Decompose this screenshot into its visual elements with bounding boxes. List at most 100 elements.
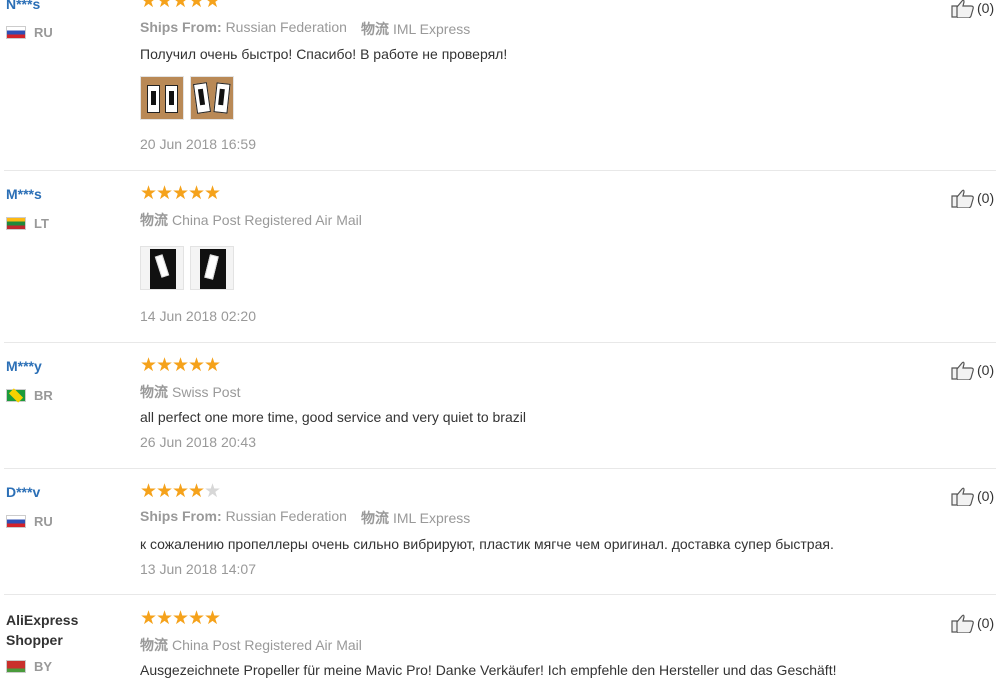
star-icon: ★ [140, 608, 157, 629]
reviewer-name[interactable]: N***s [6, 0, 40, 12]
reviewer-country: BY [6, 659, 52, 674]
star-icon: ★ [204, 355, 221, 376]
logistics-label: 物流 [140, 384, 168, 400]
helpful-count: (0) [977, 488, 995, 504]
star-rating: ★ ★ ★ ★ ★ [140, 183, 221, 204]
star-icon: ★ [188, 355, 205, 376]
helpful-button[interactable]: (0) [950, 613, 994, 633]
review-text: Получил очень быстро! Спасибо! В работе … [140, 46, 508, 62]
flag-icon [6, 217, 26, 230]
logistics-label: 物流 [360, 510, 389, 526]
star-icon: ★ [156, 355, 173, 376]
flag-icon [6, 515, 26, 528]
country-code: RU [34, 514, 53, 529]
reviewer-country: BR [6, 388, 53, 403]
country-code: BY [34, 659, 53, 674]
country-code: RU [34, 25, 53, 40]
thumbs-up-icon[interactable] [950, 486, 976, 506]
helpful-count: (0) [977, 0, 995, 16]
star-icon: ★ [172, 0, 189, 12]
star-icon: ★ [172, 183, 189, 204]
review-text: Ausgezeichnete Propeller für meine Mavic… [140, 662, 837, 678]
star-icon: ★ [172, 481, 189, 502]
divider [4, 594, 996, 595]
logistics-value: China Post Registered Air Mail [172, 212, 362, 228]
review-photo[interactable] [140, 76, 184, 120]
star-icon: ★ [188, 608, 205, 629]
star-rating: ★ ★ ★ ★ ★ [140, 0, 221, 12]
star-icon: ★ [140, 0, 157, 12]
country-code: LT [34, 216, 49, 231]
review-date: 14 Jun 2018 02:20 [140, 308, 256, 324]
thumbs-up-icon[interactable] [950, 188, 976, 208]
thumbs-up-icon[interactable] [950, 0, 976, 18]
divider [4, 170, 996, 171]
star-icon: ★ [156, 0, 173, 12]
reviewer-name[interactable]: D***v [6, 484, 40, 500]
logistics-value: Swiss Post [172, 384, 241, 400]
helpful-count: (0) [977, 615, 995, 631]
logistics-label: 物流 [140, 637, 168, 653]
flag-icon [6, 26, 26, 39]
review-date: 26 Jun 2018 20:43 [140, 434, 256, 450]
logistics-value: IML Express [392, 21, 471, 37]
review-photo[interactable] [190, 246, 234, 290]
star-icon: ★ [204, 608, 221, 629]
star-icon: ★ [204, 0, 221, 12]
helpful-button[interactable]: (0) [950, 188, 994, 208]
star-rating: ★ ★ ★ ★ ★ [140, 481, 221, 502]
review-photo[interactable] [140, 246, 184, 290]
star-icon: ★ [156, 183, 173, 204]
star-icon: ★ [172, 608, 189, 629]
star-icon: ★ [188, 481, 205, 502]
divider [4, 342, 996, 343]
star-rating: ★ ★ ★ ★ ★ [140, 608, 221, 629]
shipping-info: 物流 China Post Registered Air Mail [140, 210, 362, 230]
logistics-value: China Post Registered Air Mail [172, 637, 362, 653]
thumbs-up-icon[interactable] [950, 360, 976, 380]
flag-icon [6, 389, 26, 402]
review-text: к сожалению пропеллеры очень сильно вибр… [140, 536, 834, 552]
reviewer-country: RU [6, 514, 53, 529]
flag-icon [6, 660, 26, 673]
helpful-button[interactable]: (0) [950, 0, 994, 18]
helpful-button[interactable]: (0) [950, 486, 994, 506]
ships-from-value: Russian Federation [225, 508, 347, 524]
divider [4, 468, 996, 469]
review-photos [140, 76, 234, 120]
review-photo[interactable] [190, 76, 234, 120]
star-icon: ★ [188, 0, 205, 12]
helpful-button[interactable]: (0) [950, 360, 994, 380]
review-photos [140, 246, 234, 290]
ships-from-label: Ships From: [140, 508, 222, 524]
star-icon: ★ [172, 355, 189, 376]
helpful-count: (0) [977, 362, 995, 378]
thumbs-up-icon[interactable] [950, 613, 976, 633]
star-icon: ★ [140, 355, 157, 376]
star-icon: ★ [156, 481, 173, 502]
helpful-count: (0) [977, 190, 995, 206]
shipping-info: Ships From: Russian Federation 物流 IML Exp… [140, 19, 470, 39]
reviewer-name: AliExpress Shopper [6, 612, 79, 648]
ships-from-value: Russian Federation [225, 19, 347, 35]
review-date: 20 Jun 2018 16:59 [140, 136, 256, 152]
star-icon: ★ [204, 183, 221, 204]
star-empty-icon: ★ [204, 481, 221, 502]
logistics-label: 物流 [360, 21, 389, 37]
logistics-label: 物流 [140, 212, 168, 228]
shipping-info: 物流 Swiss Post [140, 382, 240, 402]
shipping-info: 物流 China Post Registered Air Mail [140, 635, 362, 655]
country-code: BR [34, 388, 53, 403]
review-date: 13 Jun 2018 14:07 [140, 561, 256, 577]
star-icon: ★ [140, 481, 157, 502]
reviewer-name[interactable]: M***y [6, 358, 42, 374]
logistics-value: IML Express [392, 510, 471, 526]
star-icon: ★ [188, 183, 205, 204]
review-text: all perfect one more time, good service … [140, 409, 526, 425]
star-rating: ★ ★ ★ ★ ★ [140, 355, 221, 376]
shipping-info: Ships From: Russian Federation 物流 IML Exp… [140, 508, 470, 528]
reviewer-country: RU [6, 25, 53, 40]
reviewer-name[interactable]: M***s [6, 186, 42, 202]
star-icon: ★ [156, 608, 173, 629]
reviewer-country: LT [6, 216, 49, 231]
